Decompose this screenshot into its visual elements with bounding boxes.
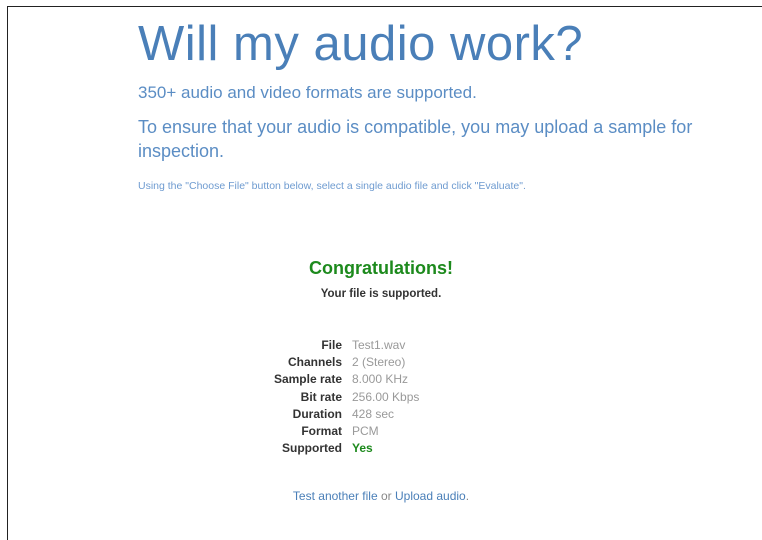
result-section: Congratulations! Your file is supported. bbox=[0, 256, 762, 302]
formats-supported-text: 350+ audio and video formats are support… bbox=[138, 83, 477, 102]
table-row: Sample rate 8.000 KHz bbox=[238, 371, 419, 388]
sample-rate-label: Sample rate bbox=[273, 372, 342, 387]
table-row: Format PCM bbox=[238, 423, 419, 440]
test-another-file-link[interactable]: Test another file bbox=[293, 489, 378, 503]
supported-label: Supported bbox=[282, 441, 342, 456]
footer-period: . bbox=[465, 489, 470, 503]
table-row: File Test1.wav bbox=[238, 337, 419, 354]
duration-label: Duration bbox=[292, 406, 342, 421]
file-info-table: File Test1.wav Channels 2 (Stereo) Sampl… bbox=[238, 337, 419, 457]
file-value: Test1.wav bbox=[352, 338, 406, 353]
congratulations-heading: Congratulations! bbox=[309, 258, 453, 278]
or-text: or bbox=[380, 489, 392, 503]
file-label: File bbox=[321, 338, 342, 353]
page-title: Will my audio work? bbox=[138, 17, 584, 71]
duration-value: 428 sec bbox=[352, 406, 395, 421]
table-row: Channels 2 (Stereo) bbox=[238, 354, 419, 371]
sample-rate-value: 8.000 KHz bbox=[352, 372, 409, 387]
instruction-text: Using the "Choose File" button below, se… bbox=[138, 180, 526, 192]
format-value: PCM bbox=[352, 424, 379, 439]
table-row: Bit rate 256.00 Kbps bbox=[238, 389, 420, 406]
header-section: Will my audio work? 350+ audio and video… bbox=[138, 16, 708, 193]
channels-label: Channels bbox=[287, 355, 342, 370]
supported-message: Your file is supported. bbox=[320, 288, 442, 300]
supported-value: Yes bbox=[352, 441, 373, 456]
footer-links: Test another file or Upload audio. bbox=[0, 488, 762, 504]
bit-rate-label: Bit rate bbox=[300, 389, 342, 404]
format-label: Format bbox=[301, 424, 342, 439]
compatibility-text: To ensure that your audio is compatible,… bbox=[138, 117, 693, 161]
channels-value: 2 (Stereo) bbox=[352, 355, 406, 370]
table-row: Supported Yes bbox=[238, 440, 419, 457]
table-row: Duration 428 sec bbox=[238, 406, 419, 423]
bit-rate-value: 256.00 Kbps bbox=[352, 389, 420, 404]
upload-audio-link[interactable]: Upload audio bbox=[395, 489, 466, 503]
